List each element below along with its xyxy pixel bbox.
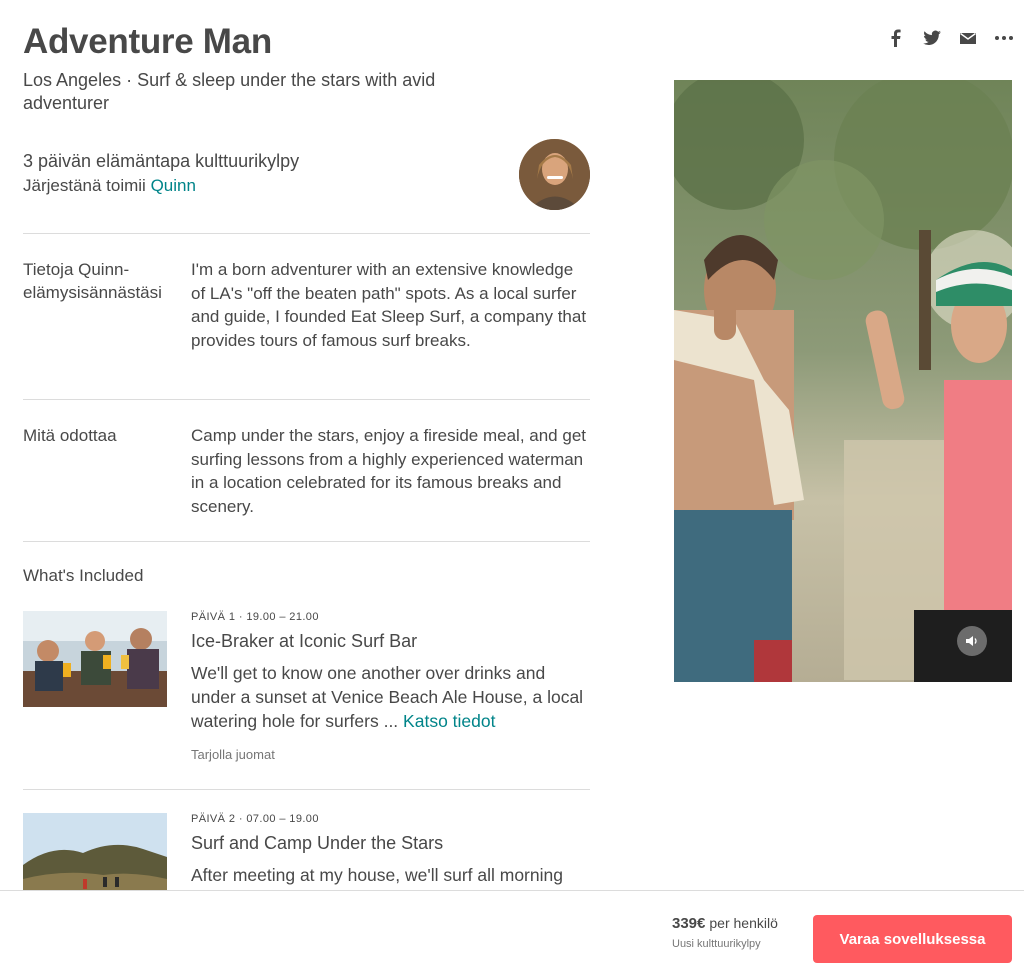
day-2-description: After meeting at my house, we'll surf al… xyxy=(191,865,563,885)
host-avatar[interactable] xyxy=(519,139,590,210)
day-2-info: PÄIVÄ 2 · 07.00 – 19.00 Surf and Camp Un… xyxy=(191,813,590,887)
booking-footer: 339€ per henkilö Uusi kulttuurikylpy Vara… xyxy=(0,890,1024,975)
page-title: Adventure Man xyxy=(23,22,272,61)
about-host-label: Tietoja Quinn-elämysisännästäsi xyxy=(23,260,162,302)
host-experience-title: 3 päivän elämäntapa kulttuurikylpy xyxy=(23,151,300,171)
divider xyxy=(23,541,590,542)
day-2-time: PÄIVÄ 2 · 07.00 – 19.00 xyxy=(191,813,319,825)
divider xyxy=(23,789,590,790)
facebook-icon[interactable] xyxy=(886,28,906,48)
experience-video[interactable] xyxy=(674,80,1012,682)
what-to-expect-label: Mitä odottaa xyxy=(23,426,117,445)
more-icon[interactable] xyxy=(994,28,1014,48)
included-heading: What's Included xyxy=(23,566,144,585)
day-1-description: We'll get to know one another over drink… xyxy=(191,661,590,733)
divider xyxy=(23,399,590,400)
price-line: 339€ per henkilö xyxy=(672,915,778,932)
day-1-time: PÄIVÄ 1 · 19.00 – 21.00 xyxy=(191,611,319,623)
price-amount: 339€ xyxy=(672,915,706,932)
price-subtitle: Uusi kulttuurikylpy xyxy=(672,938,761,950)
day-1-title: Ice-Braker at Iconic Surf Bar xyxy=(191,631,418,651)
page-subtitle: Los Angeles · Surf & sleep under the sta… xyxy=(23,70,436,113)
experience-details: Adventure Man Los Angeles · Surf & sleep… xyxy=(23,0,590,890)
day-1-extra: Tarjolla juomat xyxy=(191,747,275,762)
what-to-expect-text: Camp under the stars, enjoy a fireside m… xyxy=(191,426,586,516)
host-name-link[interactable]: Quinn xyxy=(151,176,196,195)
share-bar xyxy=(886,28,1014,48)
divider xyxy=(23,233,590,234)
day-2-photo[interactable] xyxy=(23,813,167,890)
day-2-title: Surf and Camp Under the Stars xyxy=(191,833,444,853)
day-1-photo[interactable] xyxy=(23,611,167,707)
mute-button[interactable] xyxy=(957,626,987,656)
speaker-icon xyxy=(966,636,977,646)
about-host-text: I'm a born adventurer with an extensive … xyxy=(191,260,587,350)
email-icon[interactable] xyxy=(958,28,978,48)
day-1-see-details-link[interactable]: Katso tiedot xyxy=(403,711,495,731)
day-1-description-text: We'll get to know one another over drink… xyxy=(191,663,584,731)
host-summary: 3 päivän elämäntapa kulttuurikylpy Järje… xyxy=(23,139,590,233)
host-byline-prefix: Järjestänä toimii xyxy=(23,176,146,195)
day-1-info: PÄIVÄ 1 · 19.00 – 21.00 Ice-Braker at Ic… xyxy=(191,611,590,762)
twitter-icon[interactable] xyxy=(922,28,942,48)
book-in-app-button[interactable]: Varaa sovelluksessa xyxy=(813,915,1012,963)
host-byline: Järjestänä toimii Quinn xyxy=(23,176,196,196)
price-per: per henkilö xyxy=(709,915,778,931)
